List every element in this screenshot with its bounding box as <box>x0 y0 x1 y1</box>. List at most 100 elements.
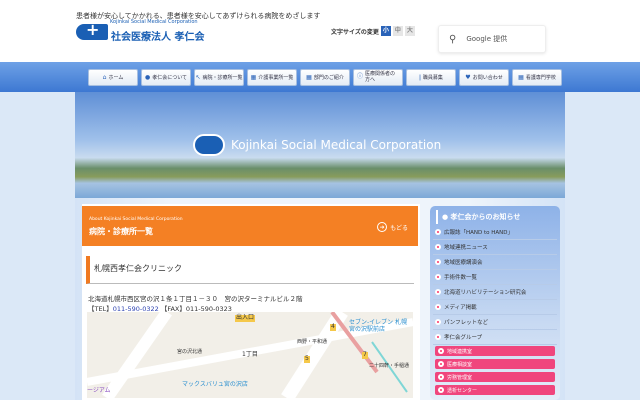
news-sidebar: ● 孝仁会からのお知らせ 広報誌「HAND to HAND」 地域連携ニュース … <box>430 206 560 400</box>
nav-care[interactable]: ▦ 介護事業所一覧 <box>247 69 297 86</box>
map-label: 宮の沢北通 <box>177 349 203 355</box>
logo-name: 社会医療法人 孝仁会 <box>111 32 205 43</box>
bullet-icon <box>435 259 441 265</box>
sidebar-list: 広報誌「HAND to HAND」 地域連携ニュース 地域医療講演会 手術件数一… <box>433 225 557 345</box>
font-size-label: 文字サイズの変更 <box>331 28 379 36</box>
grid-icon: ▦ <box>306 74 312 81</box>
section-title: 病院・診療所一覧 <box>89 227 153 236</box>
sidebar-label: 地域医療講演会 <box>444 260 483 266</box>
nav-nursing-school[interactable]: ▦ 看護専門学校 <box>512 69 562 86</box>
sidebar-label: メディア掲載 <box>444 305 477 311</box>
map-label: 二十四軒・手稲通 <box>369 363 410 369</box>
sidebar-label: パンフレットなど <box>444 320 489 326</box>
sidebar-title-text: 孝仁会からのお知らせ <box>450 213 521 221</box>
department-link[interactable]: 医療相談室 <box>435 359 555 369</box>
map-label: 西野・平和通 <box>297 339 328 345</box>
pointer-icon: ↖ <box>195 74 201 81</box>
grid-icon: ▦ <box>250 74 257 81</box>
bullet-icon <box>435 334 441 340</box>
logo-icon <box>193 134 225 156</box>
nav-label: お問い合わせ <box>472 75 503 81</box>
nav-label: 介護事業所一覧 <box>258 75 294 81</box>
bullet-icon <box>435 304 441 310</box>
main-nav: ⌂ ホーム ● 孝仁会について ↖ 病院・診療所一覧 ▦ 介護事業所一覧 ▦ 部門のご紹介… <box>88 69 562 86</box>
nav-label: 看護専門学校 <box>525 75 556 81</box>
map[interactable]: 出入口 1丁目 宮の沢北通 西野・平和通 セブン-イレブン 札幌宮の沢駅前店 マ… <box>87 312 413 398</box>
section-header: About Kojinkai Social Medical Corporatio… <box>82 206 418 246</box>
map-label: 出入口 <box>235 314 256 322</box>
logo-icon <box>76 20 108 40</box>
font-size-large[interactable]: 大 <box>404 26 415 36</box>
department-label: 透析センター <box>447 387 478 394</box>
map-label: ージアム <box>87 387 111 394</box>
nav-contact[interactable]: ♥ お問い合わせ <box>459 69 509 86</box>
bullet-icon <box>435 244 441 250</box>
banner-logo: Kojinkai Social Medical Corporation <box>193 134 441 156</box>
grid-icon: ▦ <box>518 74 524 81</box>
bullet-icon <box>435 319 441 325</box>
bullet-icon <box>438 387 444 393</box>
content: About Kojinkai Social Medical Corporatio… <box>82 204 420 400</box>
nav-departments[interactable]: ▦ 部門のご紹介 <box>300 69 350 86</box>
department-link[interactable]: 地域連携室 <box>435 346 555 356</box>
sidebar-label: 孝仁会グループ <box>444 335 483 341</box>
section-subtitle: About Kojinkai Social Medical Corporatio… <box>89 217 183 222</box>
bullet-icon <box>435 274 441 280</box>
info-icon: ⓘ <box>357 73 364 81</box>
sidebar-item[interactable]: 地域連携ニュース <box>433 240 557 255</box>
nav-label: 病院・診療所一覧 <box>202 75 243 81</box>
nav-label: 部門のご紹介 <box>313 75 344 81</box>
font-size-small[interactable]: 小 <box>380 26 391 36</box>
nav-label: 孝仁会について <box>152 75 188 81</box>
bullet-icon <box>438 361 444 367</box>
nav-about[interactable]: ● 孝仁会について <box>141 69 191 86</box>
bullet-icon <box>435 289 441 295</box>
sidebar-item[interactable]: 地域医療講演会 <box>433 255 557 270</box>
nav-label: 職員募集 <box>422 75 443 81</box>
search-input[interactable]: ⚲ Google 提供 <box>438 25 546 53</box>
nav-label: ホーム <box>108 75 124 81</box>
map-label: マックスバリュ宮の沢店 <box>182 381 248 388</box>
sidebar-label: 広報誌「HAND to HAND」 <box>444 230 514 236</box>
nav-recruit[interactable]: ǀ 職員募集 <box>406 69 456 86</box>
nav-hospitals[interactable]: ↖ 病院・診療所一覧 <box>194 69 244 86</box>
nav-professionals[interactable]: ⓘ 医療関係者の方へ <box>353 69 403 86</box>
site-logo[interactable]: Kojinkai Social Medical Corporation 社会医療… <box>76 19 205 43</box>
exit-marker: 7 <box>362 351 368 359</box>
banner-title: Kojinkai Social Medical Corporation <box>231 138 442 152</box>
department-link[interactable]: 透析センター <box>435 385 555 395</box>
map-road <box>102 312 172 398</box>
sidebar-item[interactable]: 手術件数一覧 <box>433 270 557 285</box>
sidebar-item[interactable]: メディア掲載 <box>433 300 557 315</box>
back-button[interactable]: ➜ もどる <box>377 222 408 232</box>
department-label: 労務管理室 <box>447 374 473 381</box>
bullet-icon <box>435 229 441 235</box>
department-links: 地域連携室 医療相談室 労務管理室 透析センター <box>435 346 555 398</box>
sidebar-label: 手術件数一覧 <box>444 275 478 281</box>
nav-home[interactable]: ⌂ ホーム <box>88 69 138 86</box>
logo-icon: ● <box>144 74 151 81</box>
font-size-medium[interactable]: 中 <box>392 26 403 36</box>
person-icon: ǀ <box>419 74 421 81</box>
clinic-address: 北海道札幌市西区宮の沢１条１丁目１－３０ 宮の沢ターミナルビル２階 <box>88 295 303 303</box>
sidebar-item[interactable]: 北海道リハビリテーション研究会 <box>433 285 557 300</box>
sidebar-label: 地域連携ニュース <box>444 245 488 251</box>
exit-marker: 4 <box>330 323 336 331</box>
nav-label: 医療関係者の方へ <box>365 71 396 83</box>
bullet-icon <box>438 374 444 380</box>
sidebar-item[interactable]: 広報誌「HAND to HAND」 <box>433 225 557 240</box>
heart-icon: ♥ <box>465 74 471 81</box>
bell-icon: ● <box>442 213 449 221</box>
sidebar-item[interactable]: パンフレットなど <box>433 315 557 330</box>
hero-banner: Kojinkai Social Medical Corporation <box>75 92 565 198</box>
font-size-control: 文字サイズの変更 小 中 大 <box>331 26 415 36</box>
department-link[interactable]: 労務管理室 <box>435 372 555 382</box>
department-label: 地域連携室 <box>447 348 473 355</box>
bullet-icon <box>438 348 444 354</box>
site-header: 患者様が安心してかかれる、患者様を安心してあずけられる病院をめざします Koji… <box>0 0 640 62</box>
logo-subtitle: Kojinkai Social Medical Corporation <box>110 19 198 25</box>
arrow-right-icon: ➜ <box>377 222 388 232</box>
sidebar-item[interactable]: 孝仁会グループ <box>433 330 557 345</box>
home-icon: ⌂ <box>102 74 107 81</box>
sidebar-title: ● 孝仁会からのお知らせ <box>436 210 520 224</box>
